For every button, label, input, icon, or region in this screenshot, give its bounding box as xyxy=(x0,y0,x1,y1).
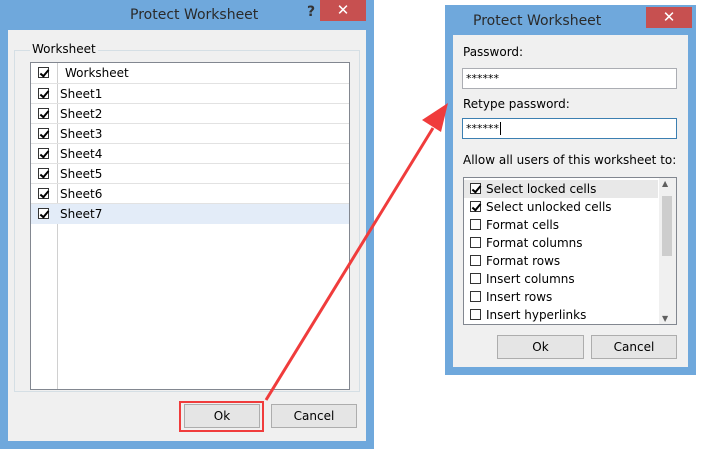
scroll-down-arrow-icon[interactable]: ▼ xyxy=(662,314,668,323)
permission-item[interactable]: Format columns xyxy=(464,234,658,252)
permissions-list[interactable]: Select locked cells Select unlocked cells… xyxy=(463,177,677,325)
list-header-label: Worksheet xyxy=(65,66,129,80)
sheet-label: Sheet3 xyxy=(60,127,103,141)
permission-label: Format rows xyxy=(486,254,561,268)
allow-users-label: Allow all users of this worksheet to: xyxy=(463,153,677,167)
left-client-area: Worksheet Worksheet Sheet1 Sheet2 Sheet3 Sh… xyxy=(8,30,366,441)
right-close-button[interactable]: ✕ xyxy=(646,7,692,28)
sheet-label: Sheet6 xyxy=(60,187,103,201)
permission-item[interactable]: Insert hyperlinks xyxy=(464,306,658,324)
password-field[interactable]: ****** xyxy=(462,68,677,89)
sheet-checkbox[interactable] xyxy=(38,148,49,159)
retype-password-field[interactable]: ****** xyxy=(462,118,677,139)
permission-item[interactable]: Select locked cells xyxy=(464,180,658,198)
sheet-label: Sheet5 xyxy=(60,167,103,181)
permission-checkbox[interactable] xyxy=(470,309,481,320)
sheet-checkbox[interactable] xyxy=(38,108,49,119)
sheet-checkbox[interactable] xyxy=(38,208,49,219)
sheet-checkbox[interactable] xyxy=(38,168,49,179)
permissions-scrollbar[interactable]: ▲ ▼ xyxy=(659,178,676,324)
left-cancel-button[interactable]: Cancel xyxy=(271,404,357,428)
password-label: Password: xyxy=(463,45,524,59)
sheet-row[interactable]: Sheet1 xyxy=(31,83,349,104)
permission-checkbox[interactable] xyxy=(470,273,481,284)
left-dialog-title: Protect Worksheet xyxy=(130,7,259,23)
left-title-bar[interactable]: Protect Worksheet ? ✕ xyxy=(0,0,374,28)
permission-label: Select unlocked cells xyxy=(486,200,612,214)
help-button[interactable]: ? xyxy=(300,3,322,23)
right-title-bar[interactable]: Protect Worksheet ✕ xyxy=(445,5,696,33)
left-dialog: Protect Worksheet ? ✕ Worksheet Workshee… xyxy=(0,0,374,449)
sheet-list[interactable]: Worksheet Sheet1 Sheet2 Sheet3 Sheet4 Sheet5… xyxy=(30,62,350,390)
permission-item[interactable]: Insert columns xyxy=(464,270,658,288)
text-cursor xyxy=(500,122,501,135)
sheet-row[interactable]: Sheet4 xyxy=(31,143,349,164)
sheet-row[interactable]: Sheet6 xyxy=(31,183,349,204)
worksheet-group-label: Worksheet xyxy=(30,42,98,56)
right-client-area: Password: ****** Retype password: ******… xyxy=(453,35,688,367)
left-close-button[interactable]: ✕ xyxy=(320,0,366,21)
permission-item[interactable]: Insert rows xyxy=(464,288,658,306)
permission-label: Insert hyperlinks xyxy=(486,308,587,322)
permission-item[interactable]: Format rows xyxy=(464,252,658,270)
permission-label: Insert rows xyxy=(486,290,553,304)
sheet-label: Sheet7 xyxy=(60,207,103,221)
sheet-row[interactable]: Sheet2 xyxy=(31,103,349,124)
sheet-label: Sheet2 xyxy=(60,107,103,121)
permission-label: Format columns xyxy=(486,236,583,250)
permission-item[interactable]: Select unlocked cells xyxy=(464,198,658,216)
permission-checkbox[interactable] xyxy=(470,183,481,194)
permission-label: Insert columns xyxy=(486,272,575,286)
right-dialog-title: Protect Worksheet xyxy=(473,13,602,29)
permission-label: Select locked cells xyxy=(486,182,597,196)
sheet-checkbox[interactable] xyxy=(38,88,49,99)
sheet-row[interactable]: Sheet3 xyxy=(31,123,349,144)
permission-checkbox[interactable] xyxy=(470,201,481,212)
sheet-row[interactable]: Sheet5 xyxy=(31,163,349,184)
permission-checkbox[interactable] xyxy=(470,255,481,266)
right-ok-button[interactable]: Ok xyxy=(497,335,584,359)
select-all-checkbox[interactable] xyxy=(38,67,49,78)
permission-checkbox[interactable] xyxy=(470,291,481,302)
permission-item[interactable]: Format cells xyxy=(464,216,658,234)
sheet-checkbox[interactable] xyxy=(38,188,49,199)
permission-checkbox[interactable] xyxy=(470,219,481,230)
sheet-label: Sheet1 xyxy=(60,87,103,101)
permission-checkbox[interactable] xyxy=(470,237,481,248)
sheet-row[interactable]: Sheet7 xyxy=(31,203,349,224)
right-dialog: Protect Worksheet ✕ Password: ****** Ret… xyxy=(445,5,696,375)
sheet-label: Sheet4 xyxy=(60,147,103,161)
right-cancel-button[interactable]: Cancel xyxy=(591,335,677,359)
permission-label: Format cells xyxy=(486,218,560,232)
scroll-thumb[interactable] xyxy=(662,196,672,256)
list-header[interactable]: Worksheet xyxy=(31,63,349,83)
sheet-checkbox[interactable] xyxy=(38,128,49,139)
scroll-up-arrow-icon[interactable]: ▲ xyxy=(662,179,668,188)
retype-password-label: Retype password: xyxy=(463,97,570,111)
left-ok-button[interactable]: Ok xyxy=(184,404,260,428)
retype-password-value: ****** xyxy=(466,122,499,135)
